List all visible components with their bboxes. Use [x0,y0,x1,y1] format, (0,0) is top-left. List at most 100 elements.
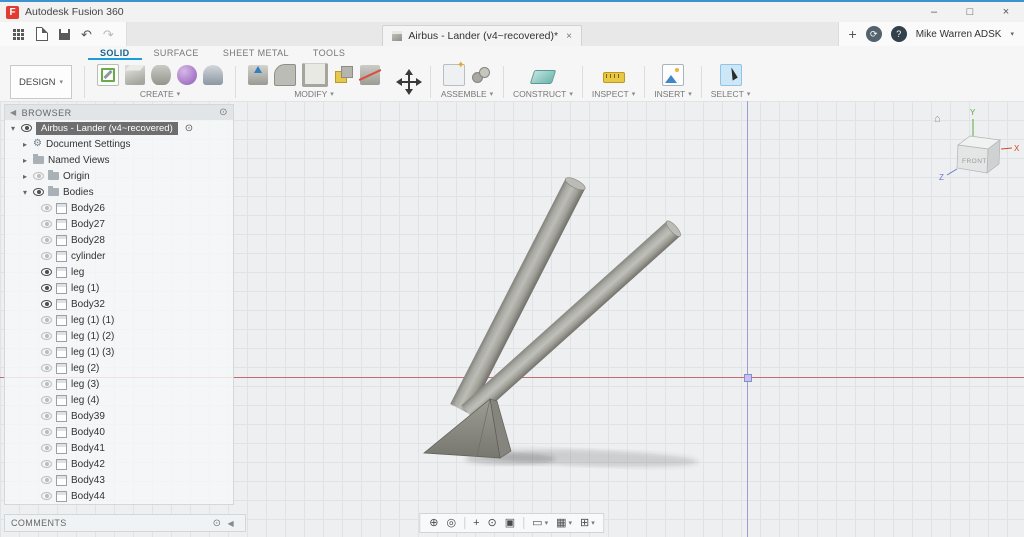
expand-icon[interactable]: ▾ [9,124,17,133]
visibility-eye-icon[interactable] [41,332,52,340]
panel-options-icon[interactable]: ⊙ [219,107,228,118]
document-tab[interactable]: Airbus - Lander (v4~recovered)* × [382,25,582,46]
split-body-icon[interactable] [360,64,380,85]
tab-close-icon[interactable]: × [566,31,572,42]
select-group-label[interactable]: SELECT ▾ [711,89,751,99]
browser-body-row[interactable]: Body42 [5,456,233,472]
fit-view-icon[interactable]: ▣ [505,517,515,529]
shell-icon[interactable] [302,62,328,87]
new-component-icon[interactable] [443,60,465,86]
save-icon[interactable] [59,28,70,40]
browser-header[interactable]: ◀ BROWSER ⊙ [5,105,233,120]
comments-bar[interactable]: COMMENTS ⊙ ◀ [4,514,246,532]
app-grid-icon[interactable] [12,28,25,41]
browser-body-row[interactable]: Body26 [5,200,233,216]
visibility-eye-icon[interactable] [41,220,52,228]
ribbon-tab[interactable]: TOOLS [301,46,357,60]
visibility-eye-icon[interactable] [41,252,52,260]
ribbon-tab[interactable]: SHEET METAL [211,46,301,60]
comments-collapse-icon[interactable]: ◀ [227,519,234,528]
visibility-eye-icon[interactable] [41,316,52,324]
browser-body-row[interactable]: leg (2) [5,360,233,376]
browser-body-row[interactable]: Body40 [5,424,233,440]
press-pull-icon[interactable] [248,64,268,85]
visibility-eye-icon[interactable] [41,300,52,308]
collapse-panel-icon[interactable]: ◀ [10,108,17,117]
browser-body-row[interactable]: Body28 [5,232,233,248]
browser-body-row[interactable]: Body44 [5,488,233,504]
browser-body-row[interactable]: leg (1) [5,280,233,296]
orbit-icon[interactable]: ⊕ [429,517,438,529]
visibility-eye-icon[interactable] [41,380,52,388]
help-icon[interactable]: ? [890,26,907,42]
viewports-icon[interactable]: ⊞ ▾ [580,517,595,529]
view-cube[interactable]: ⌂ Y FRONT X Z [926,105,1020,185]
browser-row-document-settings[interactable]: ▸ ⚙ Document Settings [5,136,233,152]
browser-body-row[interactable]: leg (1) (1) [5,312,233,328]
activate-radio-icon[interactable]: ⊙ [185,123,193,134]
visibility-eye-icon[interactable] [41,364,52,372]
visibility-eye-icon[interactable] [41,204,52,212]
visibility-eye-icon[interactable] [41,284,52,292]
undo-button[interactable]: ↶ [81,28,92,41]
coil-icon[interactable] [177,64,197,85]
box-primitive-icon[interactable] [125,64,145,85]
visibility-eye-icon[interactable] [41,492,52,500]
construct-group-label[interactable]: CONSTRUCT ▾ [513,89,573,99]
workspace-selector[interactable]: DESIGN ▾ [10,65,72,99]
insert-group-label[interactable]: INSERT ▾ [654,89,692,99]
expand-icon[interactable]: ▸ [21,140,29,149]
modify-group-label[interactable]: MODIFY ▾ [294,89,334,99]
browser-body-row[interactable]: cylinder [5,248,233,264]
user-name[interactable]: Mike Warren ADSK [916,29,1002,40]
insert-canvas-icon[interactable] [662,63,684,86]
minimize-button[interactable]: – [916,2,952,22]
browser-body-row[interactable]: leg (1) (2) [5,328,233,344]
job-status-icon[interactable]: ⟳ [865,26,882,42]
user-menu-caret-icon[interactable]: ▾ [1010,30,1014,38]
browser-body-row[interactable]: Body39 [5,408,233,424]
browser-body-row[interactable]: leg (1) (3) [5,344,233,360]
assemble-group-label[interactable]: ASSEMBLE ▾ [441,89,493,99]
browser-body-row[interactable]: leg (3) [5,376,233,392]
browser-body-row[interactable]: leg [5,264,233,280]
expand-icon[interactable]: ▸ [21,156,29,165]
visibility-eye-icon[interactable] [41,236,52,244]
create-group-label[interactable]: CREATE ▾ [140,89,180,99]
visibility-eye-icon[interactable] [41,348,52,356]
select-cursor-icon[interactable] [719,63,742,86]
new-document-tab-button[interactable]: + [849,26,857,42]
expand-icon[interactable]: ▾ [21,188,29,197]
browser-body-row[interactable]: Body32 [5,296,233,312]
visibility-eye-icon[interactable] [41,396,52,404]
redo-button[interactable]: ↷ [103,28,114,41]
ribbon-tab[interactable]: SOLID [88,46,142,60]
zoom-icon[interactable]: ⊙ [488,517,497,529]
visibility-eye-icon[interactable] [41,268,52,276]
pan-icon[interactable]: + [473,517,479,529]
visibility-eye-icon[interactable] [21,124,32,132]
look-at-icon[interactable]: ◎ [446,517,456,529]
browser-body-row[interactable]: Body27 [5,216,233,232]
measure-icon[interactable] [602,72,625,83]
visibility-eye-icon[interactable] [41,412,52,420]
browser-root-row[interactable]: ▾ Airbus - Lander (v4~recovered) ⊙ [5,120,233,136]
extrude-icon[interactable] [151,64,171,85]
expand-icon[interactable]: ▸ [21,172,29,181]
visibility-eye-icon[interactable] [41,428,52,436]
grid-layout-icon[interactable]: ▦ ▾ [556,517,572,529]
file-menu-icon[interactable] [36,27,48,41]
browser-body-row[interactable]: leg (4) [5,392,233,408]
maximize-button[interactable]: □ [952,2,988,22]
home-icon[interactable]: ⌂ [934,113,941,125]
construction-plane-icon[interactable] [529,69,557,84]
visibility-eye-icon[interactable] [41,460,52,468]
browser-body-row[interactable]: Body41 [5,440,233,456]
joint-icon[interactable] [471,65,491,85]
visibility-eye-icon[interactable] [33,172,44,180]
move-tool[interactable] [390,62,428,102]
close-button[interactable]: × [988,2,1024,22]
visibility-eye-icon[interactable] [41,476,52,484]
ribbon-tab[interactable]: SURFACE [142,46,211,60]
visibility-eye-icon[interactable] [41,444,52,452]
